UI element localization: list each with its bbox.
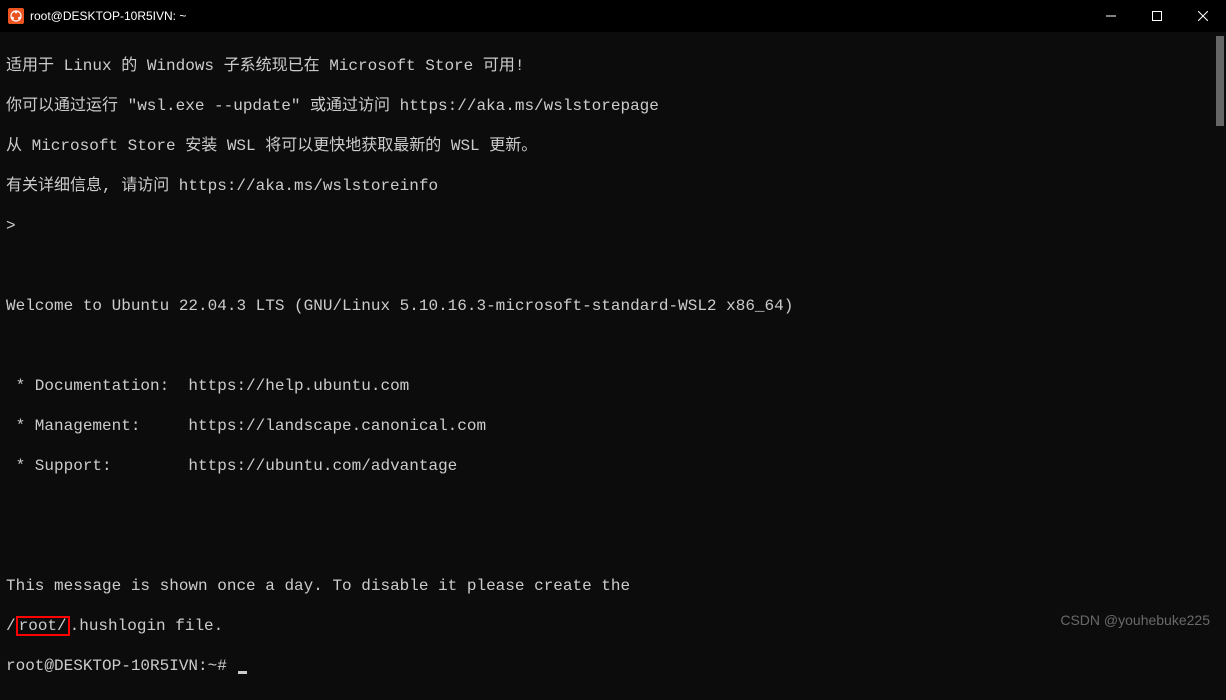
- minimize-button[interactable]: [1088, 0, 1134, 32]
- shell-prompt: root@DESKTOP-10R5IVN:~#: [6, 657, 236, 675]
- terminal-line: 从 Microsoft Store 安装 WSL 将可以更快地获取最新的 WSL…: [6, 136, 1220, 156]
- maximize-button[interactable]: [1134, 0, 1180, 32]
- ubuntu-icon: [8, 8, 24, 24]
- prompt-line: root@DESKTOP-10R5IVN:~#: [6, 656, 1220, 676]
- hushlogin-line: /root/.hushlogin file.: [6, 616, 1220, 636]
- highlighted-root: root/: [16, 616, 70, 636]
- terminal-line: * Documentation: https://help.ubuntu.com: [6, 376, 1220, 396]
- close-button[interactable]: [1180, 0, 1226, 32]
- terminal-line: 你可以通过运行 "wsl.exe --update" 或通过访问 https:/…: [6, 96, 1220, 116]
- terminal-line: This message is shown once a day. To dis…: [6, 576, 1220, 596]
- title-bar: root@DESKTOP-10R5IVN: ~: [0, 0, 1226, 32]
- hushlogin-prefix: /: [6, 617, 16, 635]
- terminal-line: [6, 336, 1220, 356]
- terminal-line: [6, 496, 1220, 516]
- cursor-icon: [238, 671, 247, 674]
- terminal-line: 有关详细信息, 请访问 https://aka.ms/wslstoreinfo: [6, 176, 1220, 196]
- terminal-line: * Support: https://ubuntu.com/advantage: [6, 456, 1220, 476]
- window-controls: [1088, 0, 1226, 32]
- title-left: root@DESKTOP-10R5IVN: ~: [8, 8, 186, 24]
- terminal-line: * Management: https://landscape.canonica…: [6, 416, 1220, 436]
- scrollbar-thumb[interactable]: [1216, 36, 1224, 126]
- terminal-line: 适用于 Linux 的 Windows 子系统现已在 Microsoft Sto…: [6, 56, 1220, 76]
- terminal-line: [6, 536, 1220, 556]
- terminal-content[interactable]: 适用于 Linux 的 Windows 子系统现已在 Microsoft Sto…: [0, 32, 1226, 700]
- hushlogin-suffix: .hushlogin file.: [70, 617, 224, 635]
- watermark: CSDN @youhebuke225: [1060, 612, 1210, 628]
- terminal-line: >: [6, 216, 1220, 236]
- terminal-line: Welcome to Ubuntu 22.04.3 LTS (GNU/Linux…: [6, 296, 1220, 316]
- terminal-line: [6, 256, 1220, 276]
- window-title: root@DESKTOP-10R5IVN: ~: [30, 9, 186, 23]
